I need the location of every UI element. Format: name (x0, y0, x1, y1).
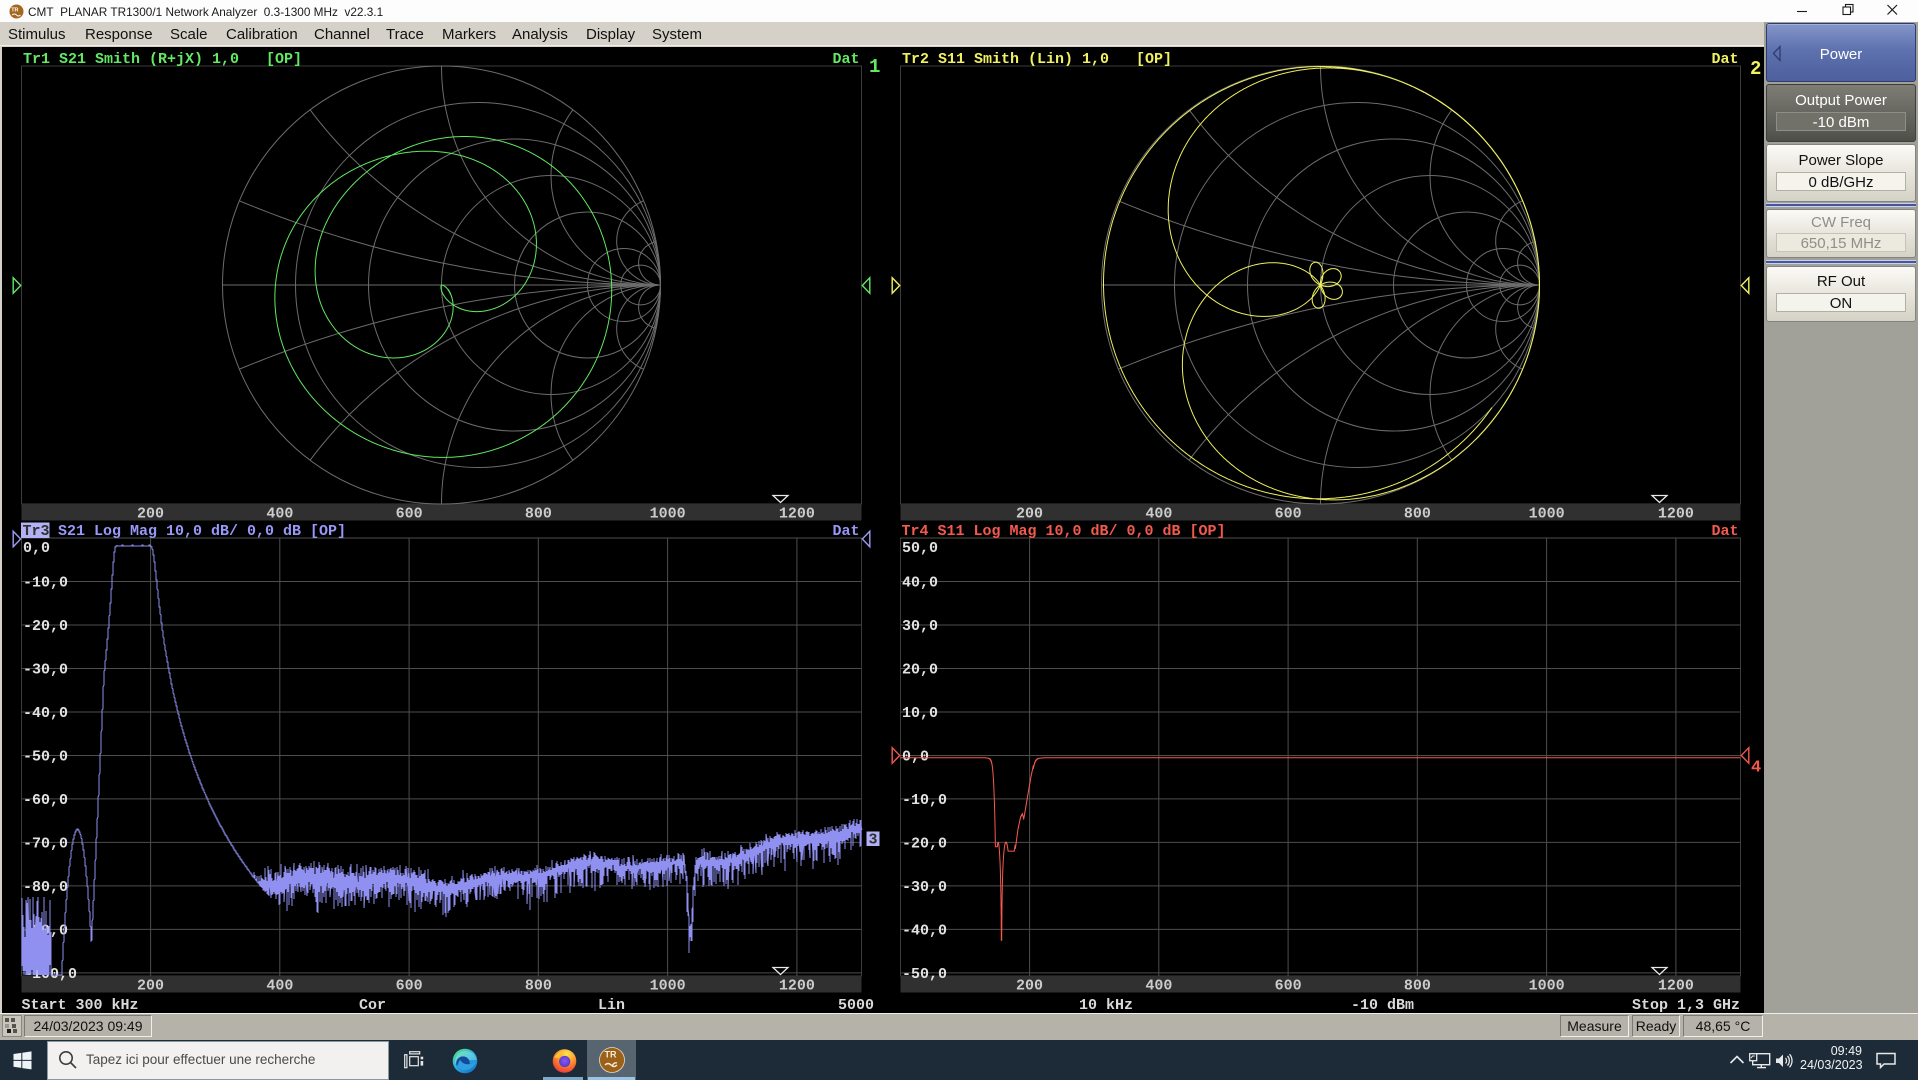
svg-text:600: 600 (1275, 506, 1302, 523)
svg-text:Tr3: Tr3 (23, 523, 50, 540)
svg-text:600: 600 (1275, 978, 1302, 995)
svg-text:-80,0: -80,0 (23, 879, 68, 896)
svg-text:-60,0: -60,0 (23, 792, 68, 809)
svg-text:1: 1 (869, 56, 880, 78)
svg-text:600: 600 (396, 978, 423, 995)
svg-text:800: 800 (525, 978, 552, 995)
svg-text:1000: 1000 (650, 506, 686, 523)
svg-text:Tr4 S11 Log Mag 10,0 dB/ 0,0 d: Tr4 S11 Log Mag 10,0 dB/ 0,0 dB [OP] (902, 523, 1226, 540)
svg-text:0,0: 0,0 (902, 748, 929, 765)
svg-text:1200: 1200 (1658, 978, 1694, 995)
svg-text:1200: 1200 (779, 978, 815, 995)
svg-text:-50,0: -50,0 (23, 748, 68, 765)
svg-text:-10,0: -10,0 (902, 792, 947, 809)
svg-text:Cor: Cor (359, 997, 386, 1013)
svg-text:Lin: Lin (598, 997, 625, 1013)
svg-text:200: 200 (1016, 978, 1043, 995)
svg-text:Dat: Dat (1712, 523, 1739, 540)
svg-text:400: 400 (1145, 978, 1172, 995)
svg-text:TR: TR (11, 8, 18, 14)
svg-text:-20,0: -20,0 (23, 618, 68, 635)
svg-text:50,0: 50,0 (902, 540, 938, 557)
svg-text:Dat: Dat (833, 51, 860, 68)
svg-text:20,0: 20,0 (902, 661, 938, 678)
svg-text:Start 300 kHz: Start 300 kHz (22, 997, 139, 1013)
svg-text:-70,0: -70,0 (23, 835, 68, 852)
svg-text:800: 800 (525, 506, 552, 523)
svg-text:2: 2 (1750, 58, 1761, 80)
svg-text:-20,0: -20,0 (902, 835, 947, 852)
svg-text:-10,0: -10,0 (23, 574, 68, 591)
svg-text:-10 dBm: -10 dBm (1351, 997, 1414, 1013)
svg-text:200: 200 (137, 506, 164, 523)
svg-text:400: 400 (266, 978, 293, 995)
svg-text:1200: 1200 (779, 506, 815, 523)
svg-text:40,0: 40,0 (902, 574, 938, 591)
svg-text:-30,0: -30,0 (23, 661, 68, 678)
svg-text:10 kHz: 10 kHz (1079, 997, 1133, 1013)
svg-text:1200: 1200 (1658, 506, 1694, 523)
svg-text:200: 200 (1016, 506, 1043, 523)
svg-text:30,0: 30,0 (902, 618, 938, 635)
svg-text:600: 600 (396, 506, 423, 523)
svg-text:5000: 5000 (838, 997, 874, 1013)
svg-text:800: 800 (1404, 506, 1431, 523)
svg-text:-40,0: -40,0 (23, 705, 68, 722)
svg-text:Tr1 S21 Smith (R+jX) 1,0 [OP: Tr1 S21 Smith (R+jX) 1,0 [OP] (23, 51, 302, 68)
svg-text:4: 4 (1751, 758, 1761, 777)
svg-text:Stop 1,3 GHz: Stop 1,3 GHz (1632, 997, 1740, 1013)
svg-text:S21 Log Mag 10,0 dB/ 0,0 dB [O: S21 Log Mag 10,0 dB/ 0,0 dB [OP] (58, 523, 346, 540)
svg-text:-30,0: -30,0 (902, 879, 947, 896)
svg-text:Dat: Dat (833, 523, 860, 540)
svg-text:400: 400 (266, 506, 293, 523)
svg-text:10,0: 10,0 (902, 705, 938, 722)
svg-text:1000: 1000 (1529, 506, 1565, 523)
svg-text:200: 200 (137, 978, 164, 995)
svg-text:800: 800 (1404, 978, 1431, 995)
svg-text:Dat: Dat (1712, 51, 1739, 68)
svg-text:1000: 1000 (650, 978, 686, 995)
svg-text:Tr2 S11 Smith (Lin) 1,0 [OP]: Tr2 S11 Smith (Lin) 1,0 [OP] (902, 51, 1172, 68)
svg-text:1000: 1000 (1529, 978, 1565, 995)
svg-text:3: 3 (869, 832, 878, 849)
svg-text:400: 400 (1145, 506, 1172, 523)
svg-text:-50,0: -50,0 (902, 966, 947, 983)
svg-text:-40,0: -40,0 (902, 922, 947, 939)
svg-text:TR: TR (605, 1050, 617, 1060)
svg-text:0,0: 0,0 (23, 540, 50, 557)
